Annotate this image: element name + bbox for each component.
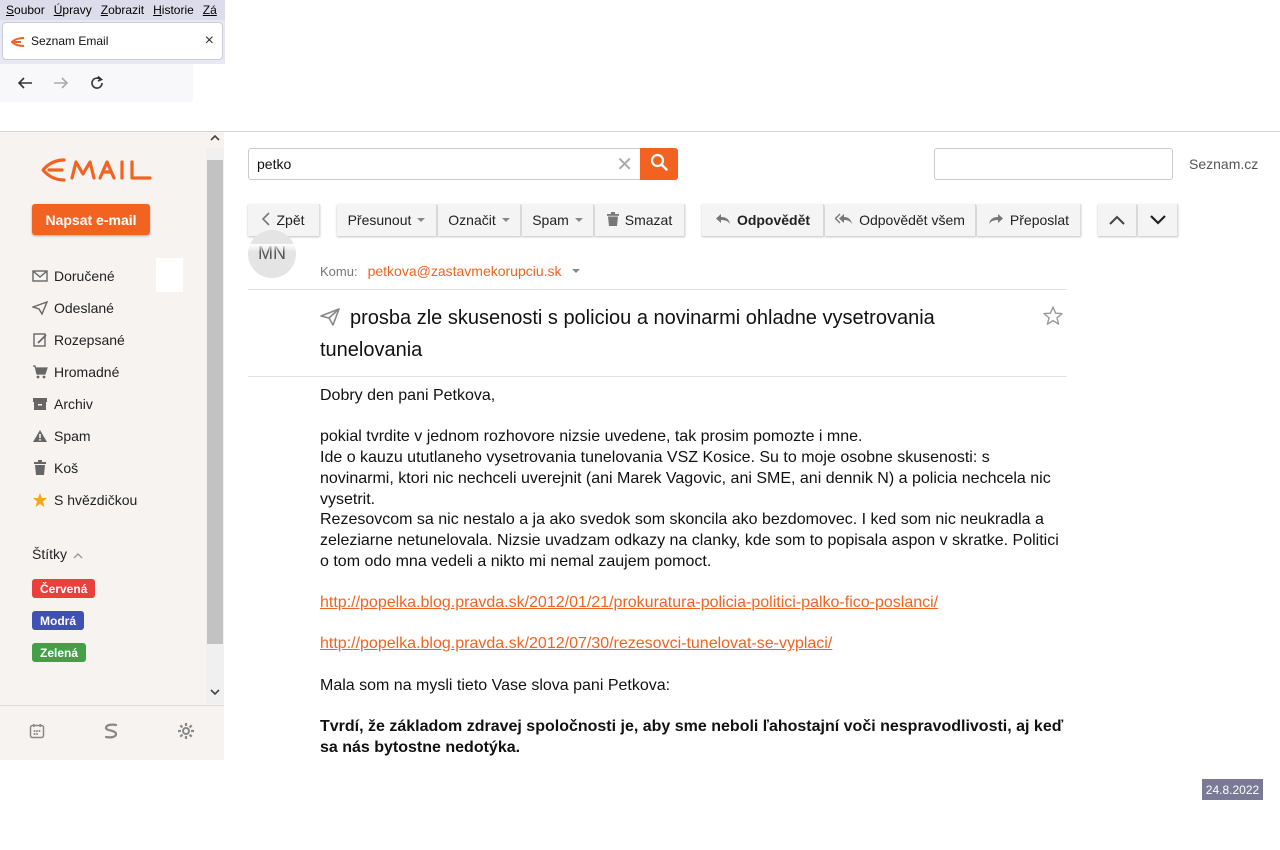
label-green[interactable]: Zelená xyxy=(32,643,87,662)
chevron-up-icon xyxy=(73,546,83,562)
browser-menubar: Soubor Úpravy Zobrazit Historie Zá xyxy=(0,0,225,20)
forward-arrow-icon[interactable] xyxy=(50,72,72,94)
unread-count-area xyxy=(156,258,183,292)
folder-spam[interactable]: Spam xyxy=(32,424,192,448)
body-paragraph: Rezesovcom sa nic nestalo a ja ako svedo… xyxy=(320,511,1059,570)
caret-down-icon[interactable] xyxy=(571,269,580,273)
cart-icon xyxy=(32,364,48,380)
send-icon xyxy=(32,300,48,316)
menu-history[interactable]: Historie xyxy=(153,3,194,17)
scroll-down-icon[interactable] xyxy=(206,688,224,702)
seznam-link[interactable]: Seznam.cz xyxy=(1189,156,1258,172)
body-quote: Tvrdí, že základom zdravej spoločnosti j… xyxy=(320,718,1064,756)
folder-archive[interactable]: Archiv xyxy=(32,392,192,416)
sidebar-scrollbar-thumb[interactable] xyxy=(207,160,223,644)
menu-file[interactable]: Soubor xyxy=(6,3,45,17)
next-message-button[interactable] xyxy=(1138,204,1178,236)
menu-view[interactable]: Zobrazit xyxy=(101,3,144,17)
tab-close-icon[interactable]: × xyxy=(205,32,214,50)
sender-avatar: MN xyxy=(248,230,296,278)
recipient-address[interactable]: petkova@zastavmekorupciu.sk xyxy=(368,263,562,279)
seznam-s-logo-icon[interactable] xyxy=(103,722,119,745)
spam-button[interactable]: Spam xyxy=(522,204,594,236)
folder-trash[interactable]: Koš xyxy=(32,456,192,480)
chevron-left-icon xyxy=(262,211,271,229)
search-input[interactable]: petko ✕ xyxy=(248,148,642,180)
compose-button[interactable]: Napsat e-mail xyxy=(32,204,150,235)
trash-icon xyxy=(606,211,619,229)
body-paragraph: Ide o kauzu ututlaneho vysetrovania tune… xyxy=(320,449,1051,508)
seznam-favicon-icon xyxy=(10,36,25,47)
draft-icon xyxy=(32,332,48,348)
body-paragraph: Mala som na mysli tieto Vase slova pani … xyxy=(320,676,671,694)
star-icon xyxy=(32,492,48,508)
settings-gear-icon[interactable] xyxy=(177,722,195,745)
caret-down-icon xyxy=(417,218,426,222)
labels-header[interactable]: Štítky xyxy=(32,546,83,562)
label-blue[interactable]: Modrá xyxy=(32,611,84,630)
folder-drafts[interactable]: Rozepsané xyxy=(32,328,192,352)
body-link[interactable]: http://popelka.blog.pravda.sk/2012/07/30… xyxy=(320,635,832,652)
star-toggle-icon[interactable] xyxy=(1042,305,1064,327)
back-arrow-icon[interactable] xyxy=(14,72,36,94)
browser-tab[interactable]: Seznam Email × xyxy=(2,22,223,60)
date-badge: 24.8.2022 xyxy=(1202,779,1263,800)
message-subject: prosba zle skusenosti s policiou a novin… xyxy=(320,302,1020,366)
reload-icon[interactable] xyxy=(86,72,108,94)
toolbar-shadow xyxy=(224,244,1084,252)
folder-sent[interactable]: Odeslané xyxy=(32,296,192,320)
tab-title: Seznam Email xyxy=(31,34,109,48)
forward-button[interactable]: Přeposlat xyxy=(977,204,1081,236)
caret-down-icon xyxy=(501,218,510,222)
back-button[interactable]: Zpět xyxy=(248,204,320,236)
reply-button[interactable]: Odpovědět xyxy=(702,204,824,236)
body-paragraph: pokial tvrdite v jednom rozhovore nizsie… xyxy=(320,428,863,446)
search-value: petko xyxy=(257,156,292,172)
menu-edit[interactable]: Úpravy xyxy=(54,3,92,17)
divider xyxy=(248,289,1067,290)
reply-icon xyxy=(715,212,731,228)
previous-message-button[interactable] xyxy=(1098,204,1137,236)
mark-button[interactable]: Označit xyxy=(438,204,521,236)
sidebar-footer xyxy=(0,705,224,760)
envelope-icon xyxy=(32,268,48,284)
delete-button[interactable]: Smazat xyxy=(595,204,685,236)
browser-navbar xyxy=(0,64,193,102)
scroll-up-icon[interactable] xyxy=(206,134,224,148)
sent-plane-icon xyxy=(320,304,340,326)
search-icon xyxy=(650,153,668,176)
menu-bookmarks[interactable]: Zá xyxy=(203,3,217,17)
to-label: Komu: xyxy=(320,263,358,279)
message-body: Dobry den pani Petkova, pokial tvrdite v… xyxy=(320,386,1065,759)
folder-starred[interactable]: S hvězdičkou xyxy=(32,488,192,512)
recipient-row: Komu: petkova@zastavmekorupciu.sk xyxy=(320,263,580,279)
clear-search-icon[interactable]: ✕ xyxy=(616,152,633,177)
reply-all-button[interactable]: Odpovědět všem xyxy=(825,204,976,236)
chevron-up-icon xyxy=(1109,212,1125,228)
divider xyxy=(248,376,1067,377)
calendar-icon[interactable] xyxy=(29,723,45,744)
archive-icon xyxy=(32,396,48,412)
body-link[interactable]: http://popelka.blog.pravda.sk/2012/01/21… xyxy=(320,594,938,611)
forward-icon xyxy=(988,212,1004,228)
warning-icon xyxy=(32,428,48,444)
search-button[interactable] xyxy=(640,148,678,180)
caret-down-icon xyxy=(574,218,583,222)
chevron-down-icon xyxy=(1149,212,1166,228)
move-button[interactable]: Přesunout xyxy=(337,204,437,236)
folder-bulk[interactable]: Hromadné xyxy=(32,360,192,384)
reply-all-icon xyxy=(834,212,853,228)
body-greeting: Dobry den pani Petkova, xyxy=(320,387,496,404)
seznam-search-input[interactable] xyxy=(934,148,1173,180)
email-logo[interactable] xyxy=(40,154,160,186)
label-red[interactable]: Červená xyxy=(32,579,96,598)
trash-icon xyxy=(32,460,48,476)
